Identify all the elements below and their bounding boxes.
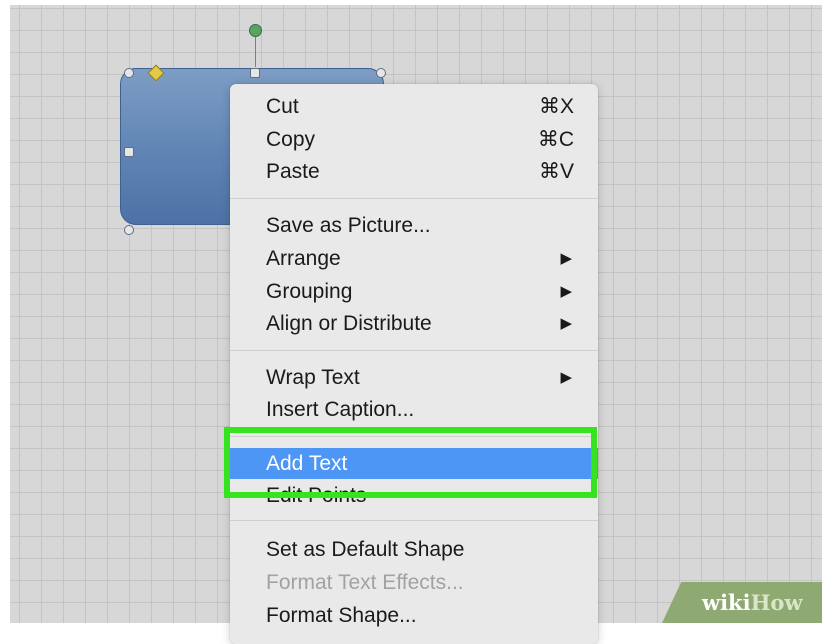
menu-item-label: Insert Caption... [266,398,415,421]
menu-item-insert-caption[interactable]: Insert Caption... [230,394,598,426]
menu-item-set-as-default-shape[interactable]: Set as Default Shape [230,534,598,566]
menu-item-align-or-distribute[interactable]: Align or Distribute ▶ [230,308,598,340]
menu-item-save-as-picture[interactable]: Save as Picture... [230,210,598,242]
menu-item-label: Grouping [266,280,353,303]
resize-handle-top-left[interactable] [124,68,134,78]
submenu-arrow-icon: ▶ [560,315,572,332]
menu-item-paste[interactable]: Paste ⌘V [230,156,598,188]
menu-item-copy[interactable]: Copy ⌘C [230,124,598,156]
rotation-connector [255,37,256,67]
watermark-wiki: wiki [702,590,751,615]
shortcut-label: ⌘V [538,160,574,183]
menu-item-label: Align or Distribute [266,312,432,335]
menu-item-format-shape[interactable]: Format Shape... [230,600,598,632]
menu-item-label: Paste [266,160,320,183]
submenu-arrow-icon: ▶ [560,369,572,386]
rotation-handle[interactable] [249,24,262,37]
menu-item-label: Format Shape... [266,604,417,627]
menu-separator [230,198,598,199]
menu-separator [230,520,598,521]
highlight-annotation-box [224,427,597,498]
submenu-arrow-icon: ▶ [560,283,572,300]
shortcut-label: ⌘C [537,128,574,151]
menu-item-cut[interactable]: Cut ⌘X [230,91,598,123]
menu-separator [230,350,598,351]
menu-item-label: Cut [266,95,299,118]
context-menu: Cut ⌘X Copy ⌘C Paste ⌘V Save as Picture.… [230,84,598,644]
watermark-how: How [750,590,803,615]
resize-handle-bottom-left[interactable] [124,225,134,235]
resize-handle-left[interactable] [124,147,134,157]
resize-handle-top-right[interactable] [376,68,386,78]
menu-item-label: Format Text Effects... [266,571,464,594]
menu-item-label: Save as Picture... [266,214,431,237]
menu-item-arrange[interactable]: Arrange ▶ [230,243,598,275]
menu-item-grouping[interactable]: Grouping ▶ [230,276,598,308]
menu-item-label: Copy [266,128,316,151]
wikihow-watermark: wikiHow [662,582,822,623]
menu-item-label: Wrap Text [266,366,360,389]
resize-handle-top[interactable] [250,68,260,78]
menu-item-format-text-effects: Format Text Effects... [230,567,598,599]
menu-item-label: Set as Default Shape [266,538,465,561]
submenu-arrow-icon: ▶ [560,250,572,267]
menu-item-wrap-text[interactable]: Wrap Text ▶ [230,362,598,394]
shortcut-label: ⌘X [538,95,574,118]
menu-item-label: Arrange [266,247,341,270]
